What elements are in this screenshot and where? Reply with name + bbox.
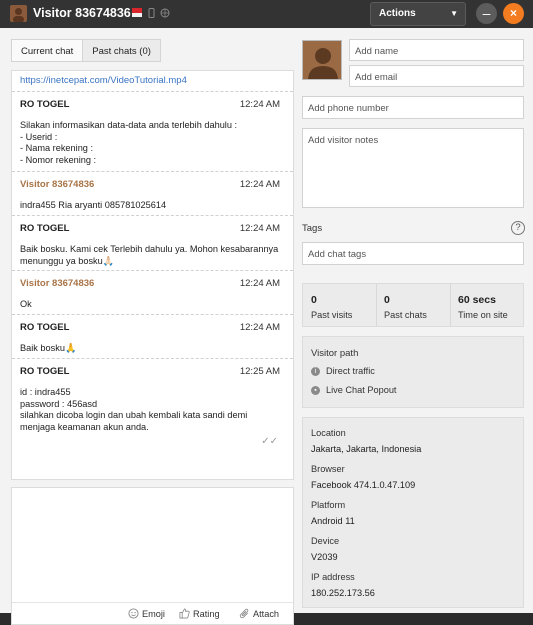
message-sender: Visitor 83674836 — [20, 179, 95, 190]
ip-label: IP address — [311, 572, 355, 582]
stat-past-chats: 0 Past chats — [376, 284, 450, 326]
visitor-info-panel: Location Jakarta, Jakarta, Indonesia Bro… — [302, 417, 524, 608]
phone-input[interactable]: Add phone number — [302, 96, 524, 119]
message-sender: RO TOGEL — [20, 99, 70, 110]
chat-message: RO TOGEL 12:24 AM Baik bosku🙏 — [12, 314, 293, 358]
chat-message: RO TOGEL 12:25 AM id : indra455 password… — [12, 358, 293, 453]
message-sender: RO TOGEL — [20, 366, 70, 377]
path-item[interactable]: ▪ Live Chat Popout — [311, 385, 397, 395]
actions-label: Actions — [379, 8, 416, 19]
visitor-path-title: Visitor path — [311, 348, 359, 359]
visitor-avatar — [302, 40, 342, 80]
message-sender: RO TOGEL — [20, 223, 70, 234]
minimize-button[interactable]: – — [476, 3, 497, 24]
stat-value: 60 secs — [458, 294, 496, 306]
chat-transcript[interactable]: https://inetcepat.com/VideoTutorial.mp4 … — [11, 70, 294, 480]
message-time: 12:24 AM — [239, 322, 280, 333]
tab-current-chat[interactable]: Current chat — [11, 39, 84, 62]
stat-caption: Time on site — [458, 310, 508, 320]
info-icon: i — [311, 366, 320, 376]
composer-toolbar: Emoji Rating Attach — [12, 602, 293, 624]
visitor-stats: 0 Past visits 0 Past chats 60 secs Time … — [302, 283, 524, 327]
chat-tags-input[interactable]: Add chat tags — [302, 242, 524, 265]
visitor-path-panel: Visitor path i Direct traffic ▪ Live Cha… — [302, 336, 524, 408]
close-button[interactable]: × — [503, 3, 524, 24]
message-text: Baik bosku🙏 — [20, 343, 77, 353]
read-receipt-icon: ✓✓ — [261, 436, 278, 447]
message-text: indra455 Ria aryanti 085781025614 — [20, 200, 167, 210]
browser-globe-icon — [160, 8, 170, 18]
main-panel: Current chat Past chats (0) https://inet… — [0, 28, 533, 625]
message-time: 12:25 AM — [239, 366, 280, 377]
message-time: 12:24 AM — [239, 278, 280, 289]
title-bar: Visitor 83674836 Actions ▼ – × — [0, 0, 533, 28]
attach-button[interactable]: Attach — [239, 608, 279, 619]
page-icon: ▪ — [311, 385, 320, 395]
chat-message: Visitor 83674836 12:24 AM Ok — [12, 270, 293, 314]
message-text: Silakan informasikan data-data anda terl… — [20, 120, 238, 165]
message-text: Baik bosku. Kami cek Terlebih dahulu ya.… — [20, 244, 279, 266]
ip-value: 180.252.173.56 — [311, 588, 375, 598]
country-flag-icon — [132, 8, 142, 17]
window-title: Visitor 83674836 — [33, 6, 131, 20]
thumbs-up-icon — [179, 608, 190, 619]
chat-message: Visitor 83674836 12:24 AM indra455 Ria a… — [12, 171, 293, 215]
message-text: id : indra455 password : 456asd silahkan… — [20, 387, 248, 432]
browser-label: Browser — [311, 464, 345, 474]
device-value: V2039 — [311, 552, 338, 562]
actions-dropdown[interactable]: Actions ▼ — [370, 2, 466, 26]
location-value: Jakarta, Jakarta, Indonesia — [311, 444, 422, 454]
platform-label: Platform — [311, 500, 346, 510]
chevron-down-icon: ▼ — [450, 9, 458, 18]
stat-value: 0 — [384, 294, 390, 306]
video-link[interactable]: https://inetcepat.com/VideoTutorial.mp4 — [20, 75, 187, 86]
message-time: 12:24 AM — [239, 179, 280, 190]
message-time: 12:24 AM — [239, 223, 280, 234]
path-item-label: Live Chat Popout — [326, 385, 397, 395]
chat-tabs: Current chat Past chats (0) — [11, 39, 161, 62]
attach-label: Attach — [253, 608, 280, 619]
name-input[interactable]: Add name — [349, 39, 524, 61]
platform-value: Android 11 — [311, 516, 355, 526]
emoji-icon — [128, 608, 139, 619]
message-sender: Visitor 83674836 — [20, 278, 95, 289]
visitor-notes-input[interactable]: Add visitor notes — [302, 128, 524, 208]
emoji-button[interactable]: Emoji — [128, 608, 165, 619]
stat-caption: Past chats — [384, 310, 427, 320]
rating-button[interactable]: Rating — [179, 608, 220, 619]
device-label: Device — [311, 536, 340, 546]
stat-caption: Past visits — [311, 310, 353, 320]
rating-label: Rating — [193, 608, 220, 619]
message-composer[interactable]: Emoji Rating Attach — [11, 487, 294, 625]
email-input[interactable]: Add email — [349, 65, 524, 87]
location-label: Location — [311, 428, 346, 438]
stat-value: 0 — [311, 294, 317, 306]
message-sender: RO TOGEL — [20, 322, 70, 333]
tab-past-chats[interactable]: Past chats (0) — [83, 39, 161, 62]
path-item-label: Direct traffic — [326, 366, 375, 376]
chat-message: RO TOGEL 12:24 AM Silakan informasikan d… — [12, 91, 293, 171]
paperclip-icon — [239, 608, 249, 619]
stat-past-visits: 0 Past visits — [303, 284, 376, 326]
help-icon[interactable]: ? — [511, 221, 525, 235]
visitor-avatar-small — [10, 5, 27, 22]
emoji-label: Emoji — [142, 608, 165, 619]
browser-value: Facebook 474.1.0.47.109 — [311, 480, 416, 490]
path-item: i Direct traffic — [311, 366, 375, 376]
tags-label: Tags — [302, 223, 323, 234]
chat-message: RO TOGEL 12:24 AM Baik bosku. Kami cek T… — [12, 215, 293, 270]
message-text: Ok — [20, 299, 32, 309]
message-time: 12:24 AM — [239, 99, 280, 110]
mobile-device-icon — [147, 8, 156, 18]
stat-time-on-site: 60 secs Time on site — [450, 284, 524, 326]
